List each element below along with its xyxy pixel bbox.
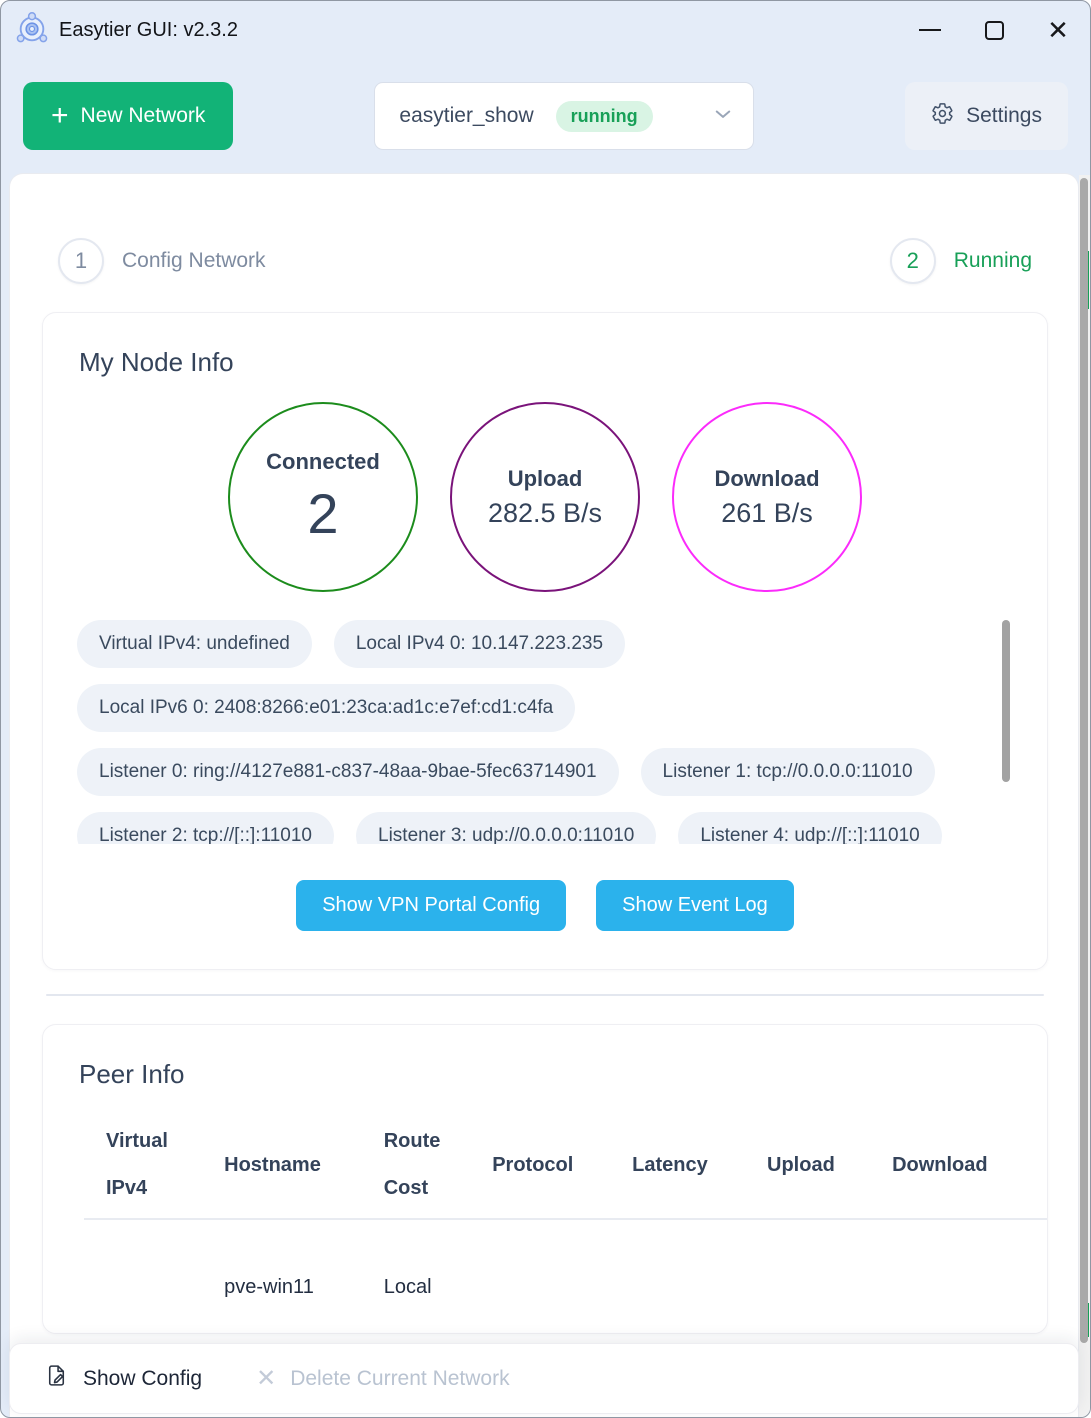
plus-icon: + — [51, 101, 69, 131]
node-info-title: My Node Info — [79, 347, 1047, 378]
col-download: Download — [892, 1118, 1047, 1219]
window-scrollbar-thumb[interactable] — [1080, 178, 1088, 1343]
window-title: Easytier GUI: v2.3.2 — [59, 19, 238, 42]
stat-circle-1: Upload 282.5 B/s — [450, 402, 640, 592]
stat-label-upload: Upload — [508, 466, 583, 492]
col-upload: Upload — [767, 1118, 892, 1219]
show-event-log-button[interactable]: Show Event Log — [596, 880, 794, 931]
tag-local-ipv6: Local IPv6 0: 2408:8266:e01:23ca:ad1c:e7… — [77, 684, 575, 732]
stat-circle-0: Connected 2 — [228, 402, 418, 592]
close-button[interactable]: ✕ — [1026, 1, 1090, 59]
step-1-circle: 1 — [58, 238, 104, 284]
step-2-circle: 2 — [890, 238, 936, 284]
close-icon: ✕ — [1047, 17, 1069, 43]
titlebar: Easytier GUI: v2.3.2 ✕ — [1, 1, 1090, 59]
stats-row: Connected 2 Upload 282.5 B/s Download 26… — [43, 402, 1047, 592]
cell-upload — [767, 1219, 892, 1299]
maximize-icon — [985, 21, 1004, 40]
col-route-cost: Route Cost — [384, 1118, 493, 1219]
tag-listener-3: Listener 3: udp://0.0.0.0:11010 — [356, 812, 656, 844]
tag-virtual-ipv4: Virtual IPv4: undefined — [77, 620, 312, 668]
stat-value-upload: 282.5 B/s — [488, 498, 602, 529]
steps: 1 Config Network 2 Running — [42, 238, 1048, 284]
app-logo-icon — [15, 11, 49, 50]
peer-info-card: Peer Info Virtual IPv4 Hostname Route Co… — [42, 1024, 1048, 1334]
node-tags-area: Virtual IPv4: undefined Local IPv4 0: 10… — [77, 620, 1019, 844]
step-running: 2 Running — [890, 238, 1032, 284]
stat-label-download: Download — [714, 466, 819, 492]
node-actions: Show VPN Portal Config Show Event Log — [43, 880, 1047, 931]
tag-listener-4: Listener 4: udp://[::]:11010 — [678, 812, 941, 844]
show-vpn-portal-config-button[interactable]: Show VPN Portal Config — [296, 880, 566, 931]
toolbar: + New Network easytier_show running Sett… — [1, 59, 1090, 173]
maximize-button[interactable] — [962, 1, 1026, 59]
delete-network-button[interactable]: ✕ Delete Current Network — [256, 1367, 510, 1391]
stat-label-connected: Connected — [266, 449, 380, 475]
cell-hostname: pve-win11 — [224, 1219, 384, 1299]
show-config-button[interactable]: Show Config — [44, 1363, 202, 1394]
tag-listener-0: Listener 0: ring://4127e881-c837-48aa-9b… — [77, 748, 619, 796]
peer-info-title: Peer Info — [79, 1059, 1047, 1090]
cell-protocol — [492, 1219, 632, 1299]
step-2-label: Running — [954, 249, 1032, 273]
cell-download — [892, 1219, 1047, 1299]
chevron-down-icon — [713, 104, 733, 129]
new-network-button[interactable]: + New Network — [23, 82, 233, 150]
gear-icon — [931, 102, 954, 131]
peer-table: Virtual IPv4 Hostname Route Cost Protoco… — [84, 1118, 1047, 1299]
cell-route-cost: Local — [384, 1219, 493, 1299]
app-window: Easytier GUI: v2.3.2 ✕ + New Network eas… — [0, 0, 1091, 1418]
new-network-label: New Network — [81, 104, 206, 128]
step-1-label: Config Network — [122, 249, 266, 273]
tag-local-ipv4: Local IPv4 0: 10.147.223.235 — [334, 620, 625, 668]
network-select-value: easytier_show — [399, 104, 533, 128]
col-latency: Latency — [632, 1118, 767, 1219]
col-protocol: Protocol — [492, 1118, 632, 1219]
x-icon: ✕ — [256, 1367, 276, 1391]
window-controls: ✕ — [898, 1, 1090, 59]
settings-button[interactable]: Settings — [905, 82, 1068, 150]
col-hostname: Hostname — [224, 1118, 384, 1219]
tag-listener-1: Listener 1: tcp://0.0.0.0:11010 — [641, 748, 935, 796]
peer-table-row: pve-win11 Local — [84, 1219, 1047, 1299]
show-config-label: Show Config — [83, 1367, 202, 1391]
network-select[interactable]: easytier_show running — [374, 82, 754, 150]
document-edit-icon — [44, 1363, 69, 1394]
col-virtual-ipv4: Virtual IPv4 — [84, 1118, 224, 1219]
stat-value-download: 261 B/s — [721, 498, 813, 529]
tag-listener-2: Listener 2: tcp://[::]:11010 — [77, 812, 334, 844]
window-scrollbar — [1079, 175, 1090, 1417]
settings-label: Settings — [966, 104, 1042, 128]
stat-value-connected: 2 — [307, 481, 338, 546]
minimize-button[interactable] — [898, 1, 962, 59]
section-divider — [46, 994, 1044, 996]
node-info-card: My Node Info Connected 2 Upload 282.5 B/… — [42, 312, 1048, 970]
delete-network-label: Delete Current Network — [290, 1367, 509, 1391]
node-tags: Virtual IPv4: undefined Local IPv4 0: 10… — [77, 620, 1019, 844]
network-status-badge: running — [556, 101, 653, 132]
tags-scrollbar-thumb[interactable] — [1002, 620, 1010, 782]
peer-table-header-row: Virtual IPv4 Hostname Route Cost Protoco… — [84, 1118, 1047, 1219]
minimize-icon — [919, 29, 941, 31]
main-panel: 1 Config Network 2 Running My Node Info … — [9, 173, 1079, 1417]
cell-virtual-ipv4 — [84, 1219, 224, 1299]
step-config-network: 1 Config Network — [58, 238, 266, 284]
cell-latency — [632, 1219, 767, 1299]
stat-circle-2: Download 261 B/s — [672, 402, 862, 592]
footer-bar: Show Config ✕ Delete Current Network — [9, 1343, 1079, 1414]
